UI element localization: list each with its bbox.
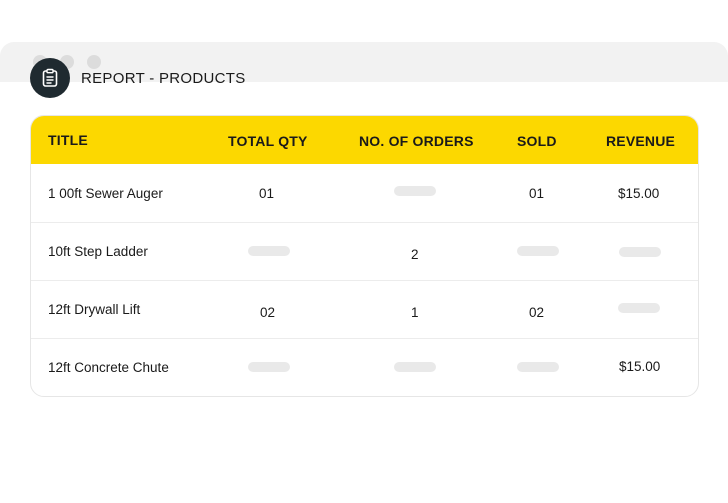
column-header-sold[interactable]: SOLD	[517, 133, 557, 149]
total-qty-placeholder	[248, 362, 290, 372]
row-revenue: $15.00	[619, 359, 661, 374]
row-orders: 1	[411, 305, 419, 320]
row-sold: 02	[529, 305, 545, 320]
products-table: TITLE TOTAL QTY NO. OF ORDERS SOLD REVEN…	[30, 115, 699, 397]
total-qty-placeholder	[248, 246, 290, 256]
table-row[interactable]: 1 00ft Sewer Auger 01 01 $15.00	[31, 164, 698, 223]
report-header: REPORT - PRODUCTS	[30, 58, 246, 98]
row-total-qty: 01	[259, 186, 275, 201]
revenue-placeholder	[618, 303, 660, 313]
row-sold: 01	[529, 186, 545, 201]
column-header-revenue[interactable]: REVENUE	[606, 133, 675, 149]
sold-placeholder	[517, 246, 559, 256]
column-header-total-qty[interactable]: TOTAL QTY	[228, 133, 308, 149]
table-row[interactable]: 10ft Step Ladder 2	[31, 222, 698, 281]
row-title: 10ft Step Ladder	[48, 244, 148, 259]
revenue-placeholder	[619, 247, 661, 257]
row-total-qty: 02	[260, 305, 276, 320]
row-title: 12ft Drywall Lift	[48, 302, 141, 317]
sold-placeholder	[517, 362, 559, 372]
row-title: 12ft Concrete Chute	[48, 360, 169, 375]
report-title: REPORT - PRODUCTS	[81, 69, 246, 87]
orders-placeholder	[394, 186, 436, 196]
column-header-title[interactable]: TITLE	[48, 132, 88, 148]
row-title: 1 00ft Sewer Auger	[48, 186, 163, 201]
table-header: TITLE TOTAL QTY NO. OF ORDERS SOLD REVEN…	[31, 116, 698, 164]
table-row[interactable]: 12ft Concrete Chute $15.00	[31, 338, 698, 396]
column-header-orders[interactable]: NO. OF ORDERS	[359, 133, 474, 149]
row-revenue: $15.00	[618, 186, 660, 201]
clipboard-icon	[30, 58, 70, 98]
table-row[interactable]: 12ft Drywall Lift 02 1 02	[31, 280, 698, 339]
row-orders: 2	[411, 247, 419, 262]
orders-placeholder	[394, 362, 436, 372]
